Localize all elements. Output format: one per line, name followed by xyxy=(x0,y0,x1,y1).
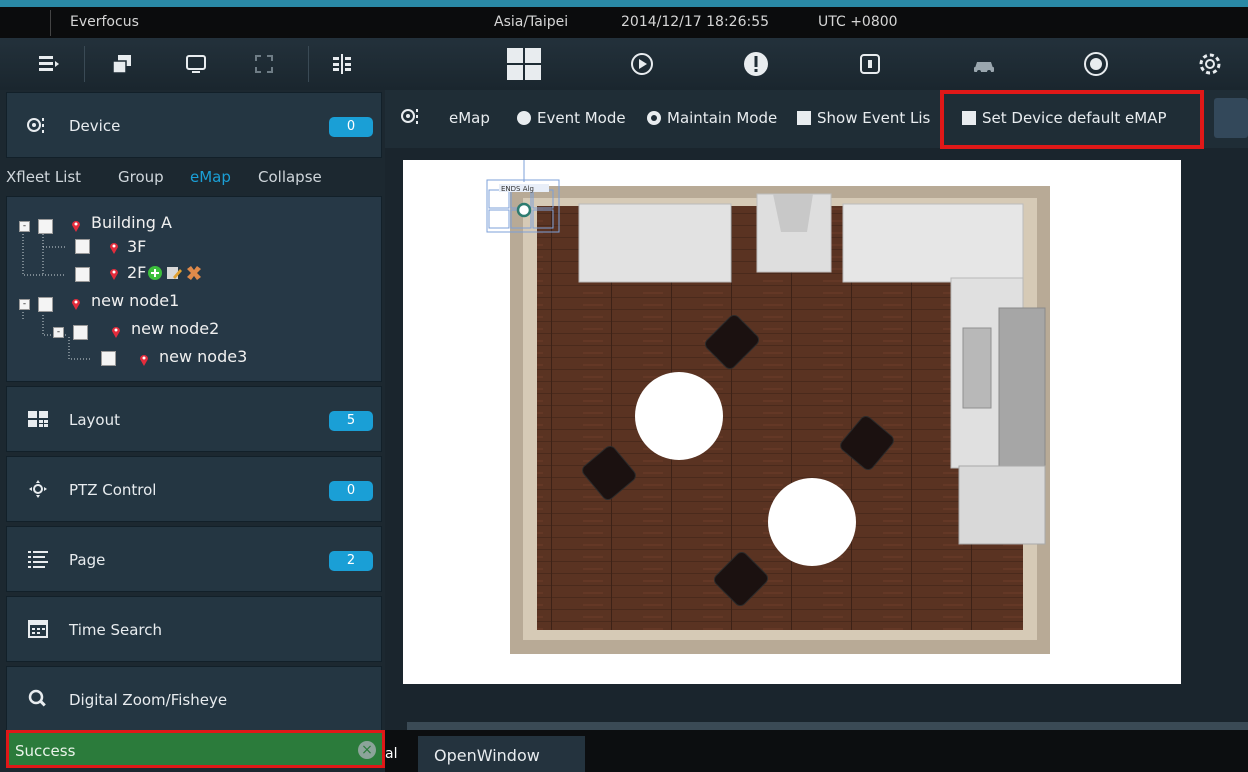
tab-group[interactable]: Group xyxy=(118,168,164,186)
map-pin-icon xyxy=(72,221,80,232)
device-count-badge: 0 xyxy=(329,117,373,137)
close-icon[interactable]: × xyxy=(358,741,376,759)
ptz-icon xyxy=(29,480,47,498)
ptz-control-label: PTZ Control xyxy=(69,481,157,499)
map-pin-icon xyxy=(72,299,80,310)
digital-zoom-label: Digital Zoom/Fisheye xyxy=(69,691,228,709)
status-text: Success xyxy=(15,742,76,760)
fullscreen-icon[interactable] xyxy=(244,44,284,84)
lock-icon[interactable] xyxy=(850,44,890,84)
emap-tree: - Building A 3F 2F - new node1 - new nod… xyxy=(6,196,382,382)
vehicle-icon[interactable] xyxy=(964,44,1004,84)
timezone-label: Asia/Taipei xyxy=(494,14,569,30)
windows-icon[interactable] xyxy=(102,44,142,84)
title-separator xyxy=(50,10,51,36)
network-icon[interactable] xyxy=(1076,44,1116,84)
emap-title: eMap xyxy=(449,109,490,127)
section-layout[interactable]: Layout 5 xyxy=(6,386,382,452)
main-toolbar xyxy=(0,38,1248,91)
device-label: Device xyxy=(69,117,121,135)
layout-count-badge: 5 xyxy=(329,411,373,431)
tree-node-2f[interactable]: 2F xyxy=(127,263,146,282)
bottom-tabs: al OpenWindow xyxy=(385,736,585,772)
zoom-icon xyxy=(28,689,46,707)
tree-node-3f[interactable]: 3F xyxy=(127,237,146,256)
tree-node-new-node2[interactable]: new node2 xyxy=(131,319,219,338)
toolbar-separator xyxy=(84,46,85,82)
checkbox[interactable] xyxy=(75,267,90,282)
checkbox[interactable] xyxy=(38,297,53,312)
toolbar-separator xyxy=(308,46,309,82)
title-bar: Everfocus Asia/Taipei 2014/12/17 18:26:5… xyxy=(0,0,1248,38)
add-icon[interactable] xyxy=(147,265,165,281)
bottom-lead-text[interactable]: al xyxy=(385,736,417,772)
tab-openwindow[interactable]: OpenWindow xyxy=(418,736,585,772)
time-search-label: Time Search xyxy=(69,621,163,639)
floor-plan-image: ENDS Alg xyxy=(486,160,1050,654)
section-page[interactable]: Page 2 xyxy=(6,526,382,592)
tab-xfleet-list[interactable]: Xfleet List xyxy=(6,168,81,186)
map-pin-icon xyxy=(112,327,120,338)
section-ptz-control[interactable]: PTZ Control 0 xyxy=(6,456,382,522)
tree-node-new-node1[interactable]: new node1 xyxy=(91,291,179,310)
calendar-icon xyxy=(28,620,48,638)
highlight-box xyxy=(940,90,1204,149)
show-event-list-checkbox[interactable] xyxy=(797,111,811,125)
maintain-mode-label[interactable]: Maintain Mode xyxy=(667,109,777,127)
delete-icon[interactable] xyxy=(185,265,203,281)
maintain-mode-radio[interactable] xyxy=(647,111,661,125)
show-event-list-label[interactable]: Show Event Lis xyxy=(817,109,930,127)
page-list-icon xyxy=(28,551,48,568)
event-mode-label[interactable]: Event Mode xyxy=(537,109,626,127)
expand-toggle[interactable]: - xyxy=(19,221,30,232)
menu-icon[interactable] xyxy=(28,44,68,84)
split-icon[interactable] xyxy=(322,44,362,84)
openwindow-label: OpenWindow xyxy=(434,746,540,765)
layout-grid-icon[interactable] xyxy=(504,44,544,84)
checkbox[interactable] xyxy=(75,239,90,254)
title-accent-line xyxy=(0,0,1248,7)
emap-panel: eMap Event Mode Maintain Mode Show Event… xyxy=(385,90,1248,730)
map-pin-icon xyxy=(140,355,148,366)
checkbox[interactable] xyxy=(73,325,88,340)
checkbox[interactable] xyxy=(101,351,116,366)
toolbar-button-partial[interactable] xyxy=(1214,98,1248,138)
event-mode-radio[interactable] xyxy=(517,111,531,125)
map-pin-icon xyxy=(110,243,118,254)
layout-icon xyxy=(28,411,48,427)
map-pin-icon xyxy=(110,269,118,280)
device-tabs: Xfleet List Group eMap Collapse xyxy=(0,158,385,196)
page-label: Page xyxy=(69,551,106,569)
playback-icon[interactable] xyxy=(622,44,662,84)
sidebar: Device 0 Xfleet List Group eMap Collapse… xyxy=(0,90,385,772)
tree-node-building-a[interactable]: Building A xyxy=(91,213,172,232)
tree-node-new-node3[interactable]: new node3 xyxy=(159,347,247,366)
layout-label: Layout xyxy=(69,411,120,429)
tab-emap[interactable]: eMap xyxy=(190,168,231,186)
emap-canvas[interactable]: ENDS Alg xyxy=(403,160,1181,684)
horizontal-scrollbar[interactable] xyxy=(407,722,1248,730)
map-marker-label: ENDS Alg xyxy=(501,185,534,193)
monitor-icon[interactable] xyxy=(176,44,216,84)
page-count-badge: 2 xyxy=(329,551,373,571)
ptz-count-badge: 0 xyxy=(329,481,373,501)
app-name: Everfocus xyxy=(70,14,139,30)
utc-offset-label: UTC +0800 xyxy=(818,14,898,30)
checkbox[interactable] xyxy=(38,219,53,234)
emap-toolbar: eMap Event Mode Maintain Mode Show Event… xyxy=(385,90,1248,149)
edit-icon[interactable] xyxy=(165,265,183,281)
gear-icon[interactable] xyxy=(1190,44,1230,84)
section-device[interactable]: Device 0 xyxy=(6,92,382,158)
alarm-icon[interactable] xyxy=(736,44,776,84)
device-icon xyxy=(27,118,44,133)
section-digital-zoom[interactable]: Digital Zoom/Fisheye xyxy=(6,666,382,732)
section-time-search[interactable]: Time Search xyxy=(6,596,382,662)
emap-icon xyxy=(401,109,418,124)
datetime-label: 2014/12/17 18:26:55 xyxy=(621,14,770,30)
expand-toggle[interactable]: - xyxy=(53,327,64,338)
tab-collapse[interactable]: Collapse xyxy=(258,168,322,186)
status-bar: Success × xyxy=(6,730,385,768)
expand-toggle[interactable]: - xyxy=(19,299,30,310)
